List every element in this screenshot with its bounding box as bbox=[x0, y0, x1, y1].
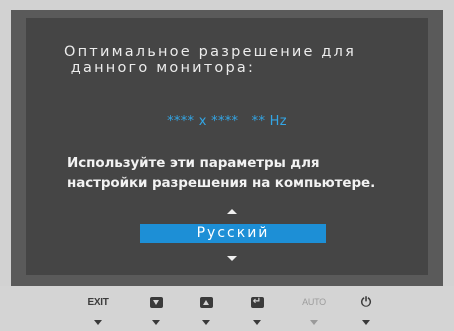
osd-heading: Оптимальное разрешение для данного монит… bbox=[64, 44, 357, 76]
enter-button[interactable]: ↵ bbox=[247, 293, 267, 311]
down-button[interactable] bbox=[146, 293, 166, 311]
resolution-value: **** x **** ** Hz bbox=[167, 114, 287, 129]
up-button[interactable] bbox=[196, 293, 216, 311]
scroll-down-arrow-icon[interactable] bbox=[227, 256, 237, 261]
up-pointer-icon bbox=[202, 320, 210, 325]
auto-button[interactable]: AUTO bbox=[297, 293, 331, 311]
power-icon: ⏻ bbox=[360, 294, 372, 310]
power-pointer-icon bbox=[362, 320, 370, 325]
language-selector[interactable]: Русский bbox=[140, 224, 326, 243]
exit-pointer-icon bbox=[94, 320, 102, 325]
triangle-down-icon bbox=[149, 296, 163, 308]
down-pointer-icon bbox=[152, 320, 160, 325]
enter-icon: ↵ bbox=[250, 296, 264, 308]
control-bar bbox=[0, 286, 454, 331]
exit-button[interactable]: EXIT bbox=[80, 293, 116, 311]
auto-pointer-icon bbox=[310, 320, 318, 325]
enter-pointer-icon bbox=[253, 320, 261, 325]
scroll-up-arrow-icon[interactable] bbox=[227, 209, 237, 214]
triangle-up-icon bbox=[199, 296, 213, 308]
power-button[interactable]: ⏻ bbox=[356, 293, 376, 311]
advice-text: Используйте эти параметры для настройки … bbox=[67, 155, 376, 191]
